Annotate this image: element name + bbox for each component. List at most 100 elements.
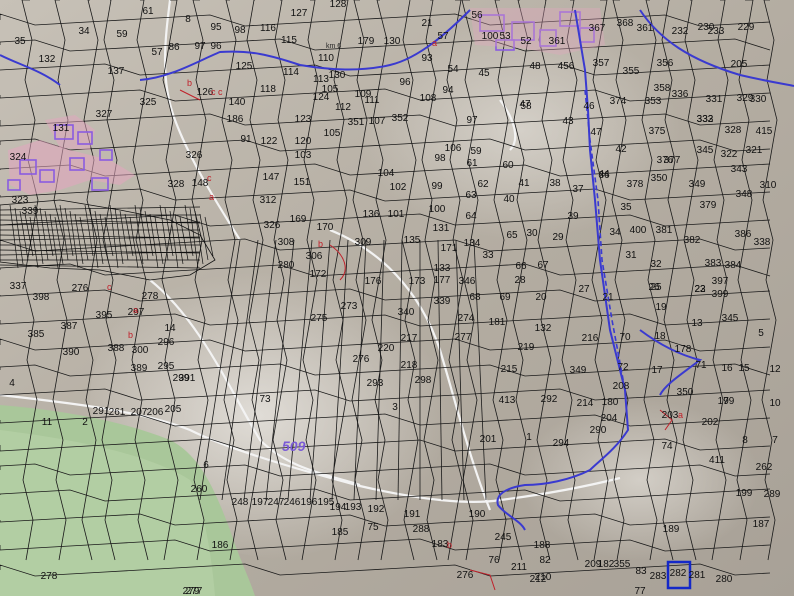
parcel-number-label[interactable]: 327 <box>96 109 113 120</box>
parcel-number-label[interactable]: 108 <box>420 93 437 104</box>
parcel-number-label[interactable]: 13 <box>691 318 703 329</box>
parcel-number-label[interactable]: 95 <box>210 22 222 33</box>
parcel-number-label[interactable]: 273 <box>341 301 358 312</box>
parcel-number-label[interactable]: 398 <box>33 292 50 303</box>
parcel-number-label[interactable]: 351 <box>348 117 365 128</box>
parcel-number-label[interactable]: 197 <box>252 497 269 508</box>
parcel-number-label[interactable]: 73 <box>259 394 271 405</box>
parcel-number-label[interactable]: 1 <box>526 432 532 443</box>
parcel-number-label[interactable]: 336 <box>672 89 689 100</box>
parcel-number-label[interactable]: 114 <box>283 67 299 78</box>
parcel-number-label[interactable]: 387 <box>61 321 78 332</box>
parcel-number-label[interactable]: 38 <box>549 178 561 189</box>
parcel-number-label[interactable]: 103 <box>295 150 312 161</box>
parcel-number-label[interactable]: 326 <box>264 220 281 231</box>
parcel-number-label[interactable]: 59 <box>470 146 482 157</box>
parcel-number-label[interactable]: 348 <box>736 189 753 200</box>
parcel-number-label[interactable]: 262 <box>756 462 773 473</box>
parcel-number-label[interactable]: 339 <box>22 206 39 217</box>
parcel-number-label[interactable]: 337 <box>10 281 27 292</box>
parcel-number-label[interactable]: 3 <box>392 402 398 413</box>
parcel-number-label[interactable]: 291 <box>93 406 110 417</box>
parcel-number-label[interactable]: 281 <box>689 570 706 581</box>
parcel-number-label[interactable]: 306 <box>306 251 323 262</box>
parcel-number-label[interactable]: 115 <box>281 35 297 46</box>
parcel-number-label[interactable]: 352 <box>392 113 409 124</box>
parcel-number-label[interactable]: 361 <box>549 36 566 47</box>
parcel-number-label[interactable]: 324 <box>10 152 27 163</box>
parcel-number-label[interactable]: 67 <box>537 260 549 271</box>
parcel-number-label[interactable]: 66 <box>515 261 527 272</box>
parcel-number-label[interactable]: 292 <box>541 394 558 405</box>
parcel-number-label[interactable]: 349 <box>689 179 706 190</box>
parcel-number-label[interactable]: 135 <box>404 235 421 246</box>
parcel-number-label[interactable]: 179 <box>358 36 375 47</box>
parcel-number-label[interactable]: 35 <box>14 36 26 47</box>
parcel-number-label[interactable]: 296 <box>158 337 175 348</box>
parcel-number-label[interactable]: 106 <box>445 143 462 154</box>
parcel-number-label[interactable]: 133 <box>434 263 451 274</box>
parcel-number-label[interactable]: 368 <box>617 18 634 29</box>
parcel-number-label[interactable]: 185 <box>332 527 349 538</box>
parcel-number-label[interactable]: 293 <box>367 378 384 389</box>
parcel-number-label[interactable]: 232 <box>672 26 689 37</box>
parcel-number-label[interactable]: 377 <box>664 155 681 166</box>
parcel-number-label[interactable]: 83 <box>635 566 647 577</box>
parcel-number-label[interactable]: 328 <box>725 125 742 136</box>
parcel-number-label[interactable]: 34 <box>609 227 621 238</box>
parcel-number-label[interactable]: 97 <box>194 41 206 52</box>
parcel-number-label[interactable]: 274 <box>0 0 9 3</box>
parcel-number-label[interactable]: 70 <box>619 332 631 343</box>
parcel-number-label[interactable]: 214 <box>577 398 594 409</box>
parcel-number-label[interactable]: 298 <box>415 375 432 386</box>
parcel-number-label[interactable]: 204 <box>601 413 618 424</box>
parcel-number-label[interactable]: 21 <box>421 18 433 29</box>
parcel-number-label[interactable]: 353 <box>645 96 662 107</box>
parcel-number-label[interactable]: 118 <box>260 84 276 95</box>
parcel-number-label[interactable]: 52 <box>520 36 532 47</box>
parcel-number-label[interactable]: 456 <box>558 61 575 72</box>
parcel-number-label[interactable]: 196 <box>301 497 318 508</box>
parcel-number-label[interactable]: 339 <box>434 296 451 307</box>
parcel-number-label[interactable]: 289 <box>764 489 781 500</box>
parcel-number-label[interactable]: 210 <box>535 572 552 583</box>
parcel-number-label[interactable]: 16 <box>721 363 733 374</box>
parcel-number-label[interactable]: 39 <box>567 211 579 222</box>
parcel-number-label[interactable]: 36 <box>598 170 610 181</box>
parcel-number-label[interactable]: 374 <box>610 96 627 107</box>
parcel-number-label[interactable]: 294 <box>553 438 570 449</box>
parcel-number-label[interactable]: 8 <box>185 14 191 25</box>
parcel-number-label[interactable]: 19 <box>655 302 667 313</box>
parcel-number-label[interactable]: 323 <box>12 195 29 206</box>
parcel-number-label[interactable]: 190 <box>469 509 486 520</box>
parcel-number-label[interactable]: 361 <box>637 23 654 34</box>
parcel-number-label[interactable]: 275 <box>311 313 328 324</box>
parcel-number-label[interactable]: 379 <box>700 200 717 211</box>
parcel-number-label[interactable]: 355 <box>614 559 631 570</box>
parcel-number-label[interactable]: 43 <box>562 116 574 127</box>
parcel-number-label[interactable]: 391 <box>179 373 196 384</box>
parcel-number-label[interactable]: 345 <box>722 313 739 324</box>
parcel-number-label[interactable]: 207 <box>131 407 148 418</box>
parcel-number-label[interactable]: 395 <box>96 310 113 321</box>
parcel-number-label[interactable]: 122 <box>261 136 278 147</box>
parcel-number-label[interactable]: 30 <box>526 228 538 239</box>
parcel-number-label[interactable]: 11 <box>42 417 53 428</box>
parcel-number-label[interactable]: 76 <box>488 555 500 566</box>
parcel-number-label[interactable]: 187 <box>753 519 770 530</box>
parcel-number-label[interactable]: 53 <box>499 31 511 42</box>
parcel-number-label[interactable]: 5 <box>758 328 764 339</box>
parcel-number-label[interactable]: 60 <box>502 160 514 171</box>
parcel-number-label[interactable]: 276 <box>457 570 474 581</box>
parcel-number-label[interactable]: 283 <box>650 571 667 582</box>
parcel-number-label[interactable]: 192 <box>368 504 385 515</box>
parcel-number-label[interactable]: 25 <box>650 282 662 293</box>
parcel-number-label[interactable]: 33 <box>482 250 494 261</box>
parcel-number-label[interactable]: 261 <box>109 407 126 418</box>
parcel-number-label[interactable]: 130 <box>329 70 346 81</box>
parcel-number-label[interactable]: 280 <box>278 260 295 271</box>
parcel-number-label[interactable]: 42 <box>615 144 627 155</box>
parcel-number-label[interactable]: 9 <box>723 396 729 407</box>
parcel-number-label[interactable]: 86 <box>168 42 180 53</box>
parcel-number-label[interactable]: 173 <box>409 276 426 287</box>
